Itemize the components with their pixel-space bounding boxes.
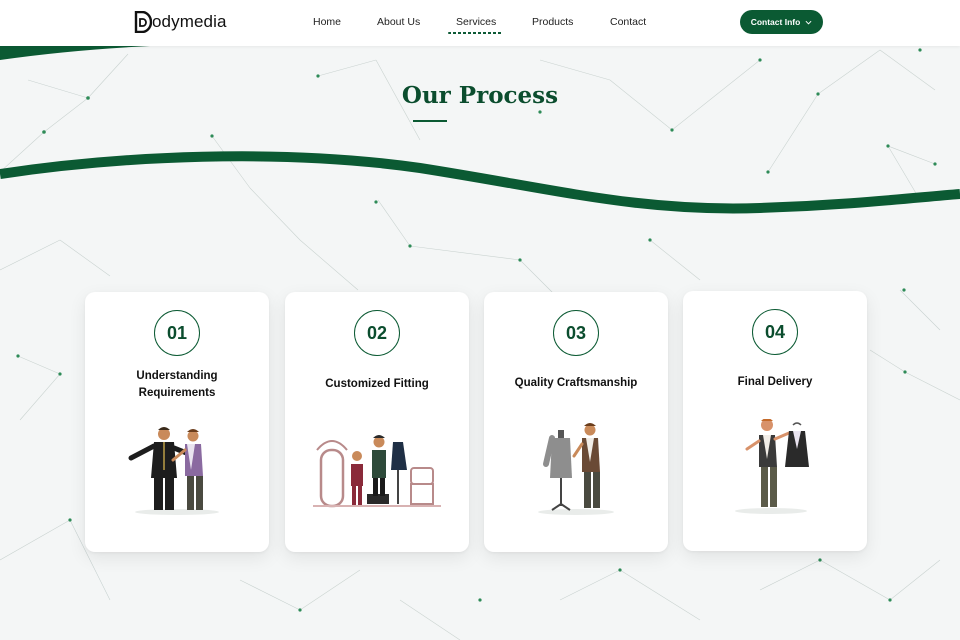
chevron-down-icon [805, 20, 812, 24]
fitting-room-icon [313, 435, 441, 508]
tailor-measuring-icon [128, 427, 219, 515]
step-title-line: Final Delivery [737, 376, 813, 388]
site-header: odymedia Home About Us Services Products… [0, 0, 960, 46]
step-number-badge: 01 [154, 310, 200, 356]
process-card-1: 01 Understanding Requirements [85, 292, 269, 552]
contact-info-button[interactable]: Contact Info [740, 10, 823, 34]
step-title: Final Delivery [693, 374, 857, 391]
step-number-badge: 03 [553, 310, 599, 356]
section-title: Our Process [401, 82, 559, 109]
step-title: Customized Fitting [295, 376, 459, 393]
step-number-badge: 04 [752, 309, 798, 355]
mannequin-tailor-icon [538, 423, 614, 515]
nav-services[interactable]: Services [447, 16, 503, 34]
suit-delivery-icon [735, 419, 809, 514]
step-title-line: Customized Fitting [325, 378, 429, 390]
step-title-line: Understanding [136, 370, 218, 382]
nav-products[interactable]: Products [532, 16, 573, 28]
nav-about-us[interactable]: About Us [377, 16, 420, 28]
nav-home[interactable]: Home [313, 16, 341, 28]
title-underline [413, 120, 447, 122]
contact-info-label: Contact Info [750, 17, 801, 27]
step-title: Quality Craftsmanship [494, 375, 658, 392]
step-title-line: Requirements [138, 387, 216, 399]
nav-contact[interactable]: Contact [610, 16, 646, 28]
step-title-line: Quality Craftsmanship [514, 377, 638, 389]
process-card-3: 03 Quality Craftsmanship [484, 292, 668, 552]
process-card-4: 04 Final Delivery [683, 291, 867, 551]
process-card-2: 02 Customized Fitting [285, 292, 469, 552]
step-number-badge: 02 [354, 310, 400, 356]
step-title: Understanding Requirements [95, 368, 259, 402]
decorative-wave [0, 151, 960, 214]
